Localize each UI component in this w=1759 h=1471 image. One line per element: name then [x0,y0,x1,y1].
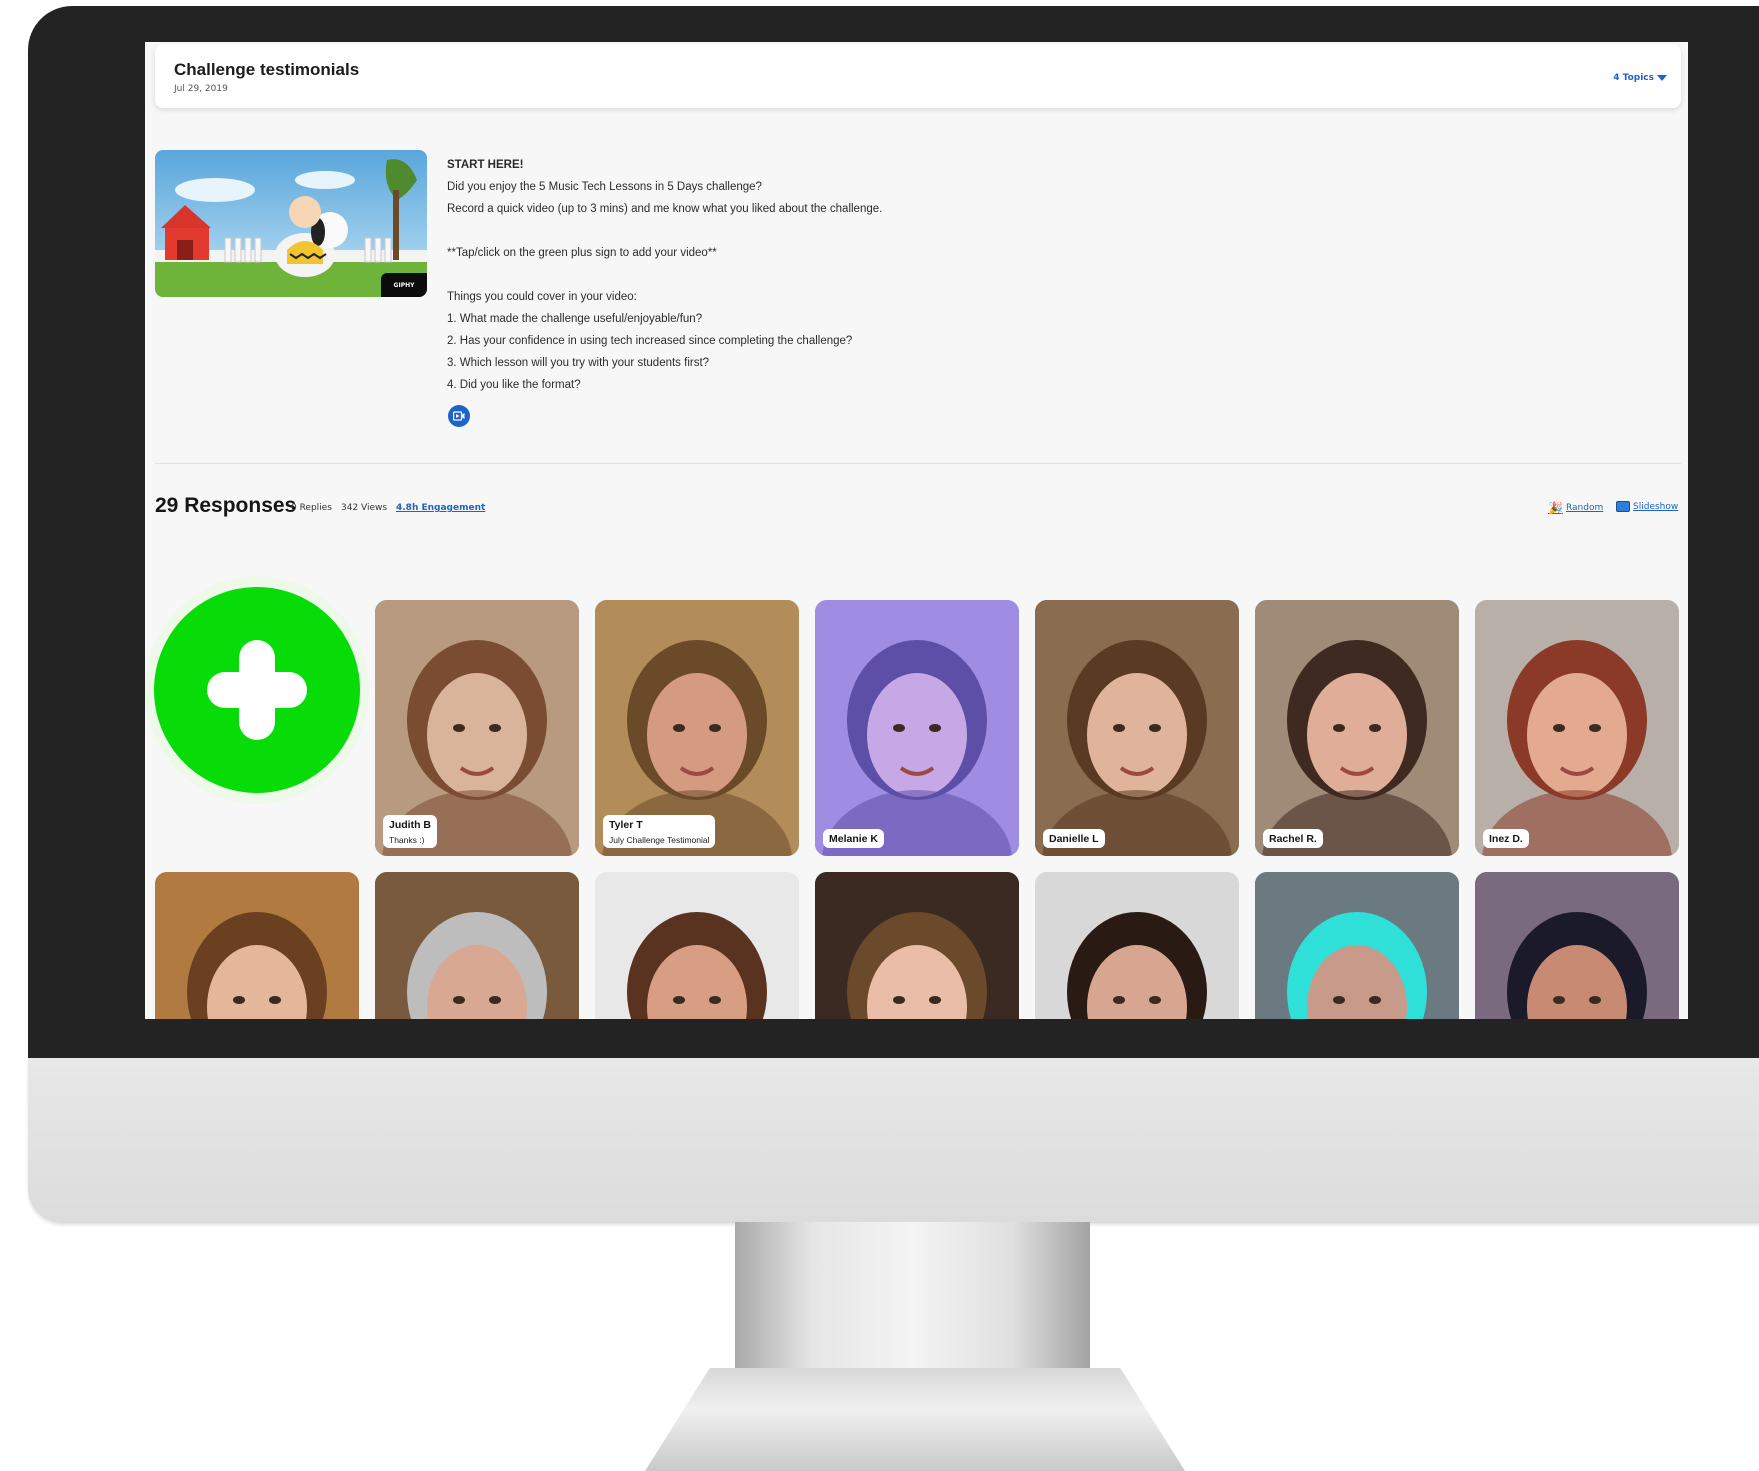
tv-icon [1616,501,1630,512]
response-tile[interactable]: Judith B Thanks :) [375,600,579,856]
topics-button-label: 4 Topics [1613,73,1654,83]
monitor-stand-neck [735,1222,1090,1372]
response-thumbnail [595,872,799,1019]
responder-name: Danielle L [1049,833,1099,845]
prompt-line: 1. What made the challenge useful/enjoya… [447,313,703,325]
response-thumbnail [1035,600,1239,856]
prompt-line [447,220,1247,242]
response-tile[interactable]: Inez D. [1475,600,1679,856]
prompt-line: 2. Has your confidence in using tech inc… [447,335,853,347]
prompt-line: Record a quick video (up to 3 mins) and … [447,203,883,215]
add-video-button[interactable] [145,570,369,810]
prompt-line: START HERE! [447,159,524,171]
responses-count: 29 Responses [155,494,297,517]
response-tile[interactable]: Rachel R. [1255,600,1459,856]
responder-name: Rachel R. [1269,833,1317,845]
plus-icon [207,640,307,740]
engagement-link[interactable]: 4.8h Engagement [396,503,485,513]
prompt-text: START HERE! Did you enjoy the 5 Music Te… [447,154,1247,396]
response-tile[interactable]: Danielle L [1035,600,1239,856]
response-thumbnail [815,600,1019,856]
responder-name-badge: Melanie K [823,829,885,848]
prompt-line [447,264,1247,286]
prompt-gif[interactable]: GIPHY [155,150,427,297]
monitor-chin [28,1058,1759,1223]
response-caption: Thanks :) [389,835,425,845]
giphy-badge: GIPHY [381,273,427,297]
prompt-line: 3. Which lesson will you try with your s… [447,357,710,369]
response-tile[interactable] [595,872,799,1019]
slideshow-label: Slideshow [1633,501,1679,512]
topic-header: Challenge testimonials Jul 29, 2019 4 To… [155,44,1681,108]
response-thumbnail [155,872,359,1019]
response-thumbnail [1475,872,1679,1019]
response-tile[interactable] [1475,872,1679,1019]
response-thumbnail [815,872,1019,1019]
response-tile[interactable] [1035,872,1239,1019]
response-caption: July Challenge Testimonial [609,835,710,845]
prompt-line: **Tap/click on the green plus sign to ad… [447,247,717,259]
caret-down-icon [1657,74,1667,81]
response-thumbnail [1255,600,1459,856]
responder-name-badge: Judith B Thanks :) [383,815,437,848]
prompt-line: 4. Did you like the format? [447,379,581,391]
slideshow-button[interactable]: Slideshow [1616,501,1678,512]
response-thumbnail [1475,600,1679,856]
replies-count: 0 Replies [291,503,332,513]
video-attachment-icon[interactable] [448,405,470,427]
topic-date: Jul 29, 2019 [174,84,228,94]
responder-name-badge: Rachel R. [1263,829,1323,848]
responder-name-badge: Inez D. [1483,829,1529,848]
response-tile[interactable] [375,872,579,1019]
responder-name: Judith B [389,819,431,831]
topics-dropdown-button[interactable]: 4 Topics [1613,73,1667,83]
responder-name-badge: Tyler T July Challenge Testimonial [603,815,716,848]
responder-name-badge: Danielle L [1043,829,1105,848]
prompt-line: Did you enjoy the 5 Music Tech Lessons i… [447,181,762,193]
monitor-stand-base [645,1368,1185,1471]
responder-name: Tyler T [609,819,643,831]
response-tile[interactable]: Melanie K [815,600,1019,856]
responder-name: Inez D. [1489,833,1523,845]
section-divider [155,463,1681,464]
response-tile[interactable]: Tyler T July Challenge Testimonial [595,600,799,856]
response-thumbnail [1035,872,1239,1019]
response-tile[interactable] [815,872,1019,1019]
random-label: Random [1565,503,1604,513]
random-button[interactable]: 🎉 Random [1548,501,1603,515]
responder-name: Melanie K [829,833,879,845]
prompt-line: Things you could cover in your video: [447,291,637,303]
screen: Challenge testimonials Jul 29, 2019 4 To… [145,42,1688,1019]
response-thumbnail [1255,872,1459,1019]
response-tile[interactable] [1255,872,1459,1019]
party-popper-icon: 🎉 [1548,501,1563,515]
views-count: 342 Views [341,503,388,513]
response-thumbnail [375,872,579,1019]
topic-title: Challenge testimonials [174,60,360,79]
response-tile[interactable] [155,872,359,1019]
